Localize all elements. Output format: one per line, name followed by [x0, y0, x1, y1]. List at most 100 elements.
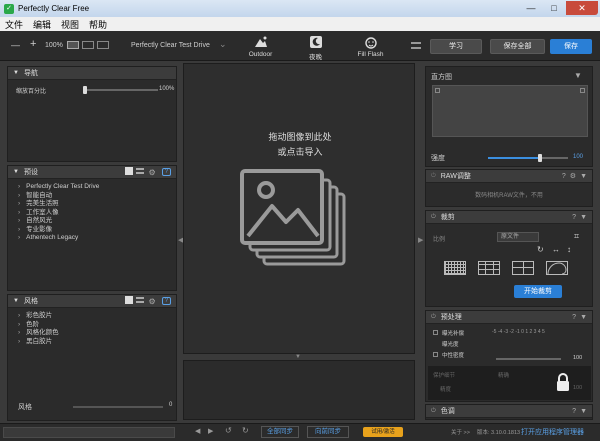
color-header[interactable]: ⏻ 色调 ? ▼ [426, 405, 592, 418]
help-icon[interactable]: ? [161, 297, 171, 305]
list-view-icon[interactable] [133, 168, 145, 176]
menu-file[interactable]: 文件 [0, 18, 28, 31]
presets-header[interactable]: ▼ 预设 ⚙ ? [8, 166, 176, 179]
list-view-icon[interactable] [133, 297, 145, 305]
collapse-icon: ▼ [13, 169, 19, 175]
crop-ratio-select[interactable]: 原文件 [497, 232, 539, 242]
image-drop-area[interactable]: 拖动图像到此处 或点击导入 [183, 63, 415, 354]
minimize-button[interactable]: — [520, 1, 542, 15]
exposure-label: 曝光补偿 [442, 331, 465, 337]
save-button[interactable]: 保存 [550, 39, 592, 54]
power-icon[interactable]: ⏻ [431, 214, 436, 221]
zoom-in-button[interactable]: + [30, 38, 36, 50]
crop-tool-icon[interactable]: ⌗ [574, 231, 579, 242]
save-all-button[interactable]: 保存全部 [490, 39, 545, 54]
navigator-header[interactable]: ▼ 导航 [8, 67, 176, 80]
start-crop-button[interactable]: 开始裁剪 [514, 285, 562, 298]
close-button[interactable]: ✕ [566, 1, 598, 15]
chevron-down-icon[interactable]: ▼ [580, 408, 587, 415]
power-icon[interactable]: ⏻ [431, 173, 436, 180]
chevron-down-icon[interactable]: ▼ [580, 173, 587, 180]
neutral-density-slider[interactable] [496, 358, 561, 360]
highlight-clip-icon[interactable] [580, 88, 585, 93]
trial-activate-button[interactable]: 试用/激活 [363, 427, 403, 437]
zoom-slider-handle[interactable] [83, 86, 87, 94]
rotate-left-icon[interactable]: ↺ [225, 426, 232, 435]
preset-list: Perfectly Clear Test Drive 智能自动 完美生活照 工作… [8, 179, 176, 243]
version-label: 版本: 3.10.0.1813 [477, 430, 521, 436]
preset-item[interactable]: 自然风光 [8, 217, 176, 226]
menu-edit[interactable]: 编辑 [28, 18, 56, 31]
chevron-down-icon[interactable]: ▼ [580, 314, 587, 321]
rotate-icon[interactable]: ↻ [537, 245, 544, 254]
style-strength-slider[interactable] [73, 406, 163, 408]
grid-center-overlay-icon[interactable] [512, 261, 534, 275]
collapse-icon[interactable]: ▼ [574, 71, 582, 80]
gear-icon[interactable]: ⚙ [148, 168, 155, 177]
sync-forward-button[interactable]: 向前同步 [307, 426, 349, 438]
help-icon[interactable]: ? [161, 168, 171, 176]
flip-vertical-icon[interactable]: ↕ [567, 245, 571, 254]
collapse-right-icon[interactable]: ▶ [418, 236, 423, 244]
preset-outdoor-button[interactable]: Outdoor [233, 31, 288, 61]
rotate-right-icon[interactable]: ↻ [242, 426, 249, 435]
neutral-density-checkbox[interactable] [433, 352, 438, 357]
chevron-down-icon[interactable]: ▼ [580, 214, 587, 221]
zoom-slider[interactable] [83, 86, 158, 94]
style-item[interactable]: 黑白胶片 [8, 338, 176, 347]
styles-header[interactable]: ▼ 风格 ⚙ ? [8, 295, 176, 308]
raw-title: RAW调整 [440, 173, 471, 180]
zoom-out-button[interactable]: — [11, 40, 20, 50]
help-icon[interactable]: ? [572, 408, 576, 415]
next-icon[interactable]: ▶ [208, 427, 213, 435]
strength-slider-handle[interactable] [538, 154, 542, 162]
exposure-checkbox[interactable] [433, 330, 438, 335]
single-view-icon[interactable] [67, 41, 79, 49]
strength-slider[interactable] [488, 154, 568, 162]
raw-header[interactable]: ⏻ RAW调整 ? ⚙ ▼ [426, 170, 592, 183]
sync-all-button[interactable]: 全部同步 [261, 426, 299, 438]
power-icon[interactable]: ⏻ [431, 408, 436, 415]
grid-view-icon[interactable] [122, 167, 134, 177]
zoom-level: 100% [45, 42, 63, 49]
style-item[interactable]: 色阶 [8, 321, 176, 330]
about-link[interactable]: 关于 >> [451, 428, 470, 436]
maximize-button[interactable]: □ [543, 1, 565, 15]
help-icon[interactable]: ? [562, 173, 566, 180]
learn-button[interactable]: 学习 [430, 39, 482, 54]
style-item[interactable]: 彩色胶片 [8, 312, 176, 321]
preset-item[interactable]: 智能自动 [8, 192, 176, 201]
preset-item[interactable]: Athentech Legacy [8, 234, 176, 243]
grid-thirds-overlay-icon[interactable] [478, 261, 500, 275]
gear-icon[interactable]: ⚙ [148, 297, 155, 306]
shadow-clip-icon[interactable] [435, 88, 440, 93]
zoom-percent-label: 缩放百分比 [16, 89, 47, 95]
neutral-density-label: 中性密度 [442, 353, 465, 359]
preset-item[interactable]: 工作室人像 [8, 209, 176, 218]
open-app-manager-link[interactable]: 打开应用程序管理器 [521, 427, 584, 437]
file-scroll-bar[interactable] [3, 427, 175, 438]
previous-icon[interactable]: ◀ [195, 427, 200, 435]
preset-fill-flash-button[interactable]: Fill Flash [343, 31, 398, 61]
split-view-icon[interactable] [82, 41, 94, 49]
help-icon[interactable]: ? [572, 314, 576, 321]
menu-help[interactable]: 帮助 [84, 18, 112, 31]
preset-item[interactable]: 专业影像 [8, 226, 176, 235]
flip-horizontal-icon[interactable]: ↔ [552, 245, 560, 254]
preset-item[interactable]: Perfectly Clear Test Drive [8, 183, 176, 192]
side-by-side-view-icon[interactable] [97, 41, 109, 49]
grid-view-icon[interactable] [122, 296, 134, 306]
preset-item[interactable]: 完美生活照 [8, 200, 176, 209]
style-item[interactable]: 风格化颜色 [8, 329, 176, 338]
help-icon[interactable]: ? [572, 214, 576, 221]
chevron-down-icon[interactable]: ⌄ [219, 39, 227, 50]
gear-icon[interactable]: ⚙ [570, 172, 576, 180]
menu-icon[interactable] [411, 42, 421, 49]
grid-fine-overlay-icon[interactable] [444, 261, 466, 275]
golden-spiral-overlay-icon[interactable] [546, 261, 568, 275]
preprocess-header[interactable]: ⏻ 预处理 ? ▼ [426, 311, 592, 324]
preset-night-button[interactable]: 夜晚 [288, 31, 343, 61]
power-icon[interactable]: ⏻ [431, 314, 436, 321]
menu-view[interactable]: 视图 [56, 18, 84, 31]
crop-header[interactable]: ⏻ 裁剪 ? ▼ [426, 211, 592, 224]
